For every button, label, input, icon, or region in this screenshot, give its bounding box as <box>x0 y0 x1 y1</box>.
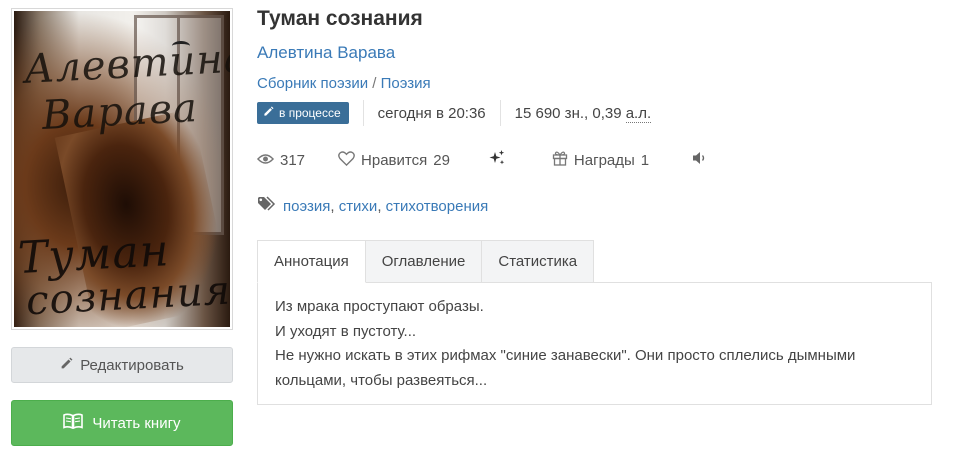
awards-label: Награды <box>573 151 635 169</box>
open-book-icon <box>63 413 84 433</box>
book-title: Туман сознания <box>257 7 423 30</box>
book-size: 15 690 зн., 0,39 а.л. <box>514 104 652 123</box>
book-tabs: Аннотация Оглавление Статистика <box>257 240 595 283</box>
likes-label: Нравится <box>361 151 428 169</box>
tab-statistics[interactable]: Статистика <box>482 240 595 283</box>
size-unit[interactable]: а.л. <box>625 104 652 123</box>
tab-annotation[interactable]: Аннотация <box>257 240 366 283</box>
awards-count: 1 <box>640 151 650 169</box>
genre-breadcrumb: Сборник поэзии / Поэзия <box>257 75 431 92</box>
annotation-line: И уходят в пустоту... <box>275 322 417 340</box>
divider <box>499 100 501 126</box>
annotation-line: Из мрака проступают образы. <box>275 298 484 315</box>
cover-title-line2: сознания <box>24 267 230 325</box>
sparkles-icon <box>488 149 506 171</box>
author-link[interactable]: Алевтина Варава <box>257 43 395 63</box>
speaker-icon <box>692 151 708 169</box>
audio-button[interactable] <box>692 151 708 169</box>
tag-list: поэзия, стихи, стихотворения <box>257 195 488 217</box>
book-cover[interactable]: Алевтина Варава Туман сознания <box>11 8 233 330</box>
book-meta: в процессе сегодня в 20:36 15 690 зн., 0… <box>257 100 652 126</box>
annotation-panel: Из мрака проступают образы. И уходят в п… <box>257 282 932 405</box>
heart-icon <box>338 150 355 170</box>
pencil-icon <box>263 106 274 120</box>
awards-button[interactable]: Награды 1 <box>552 150 649 170</box>
views-stat: 317 <box>256 151 306 169</box>
genre-link-secondary[interactable]: Поэзия <box>381 75 431 92</box>
cover-image: Алевтина Варава Туман сознания <box>14 11 230 327</box>
views-count: 317 <box>280 151 306 169</box>
cover-author-line2: Варава <box>40 84 199 140</box>
eye-icon <box>256 152 275 169</box>
annotation-line: кольцами, чтобы развеяться... <box>275 371 488 389</box>
size-chars: 15 690 зн., 0,39 <box>514 104 622 122</box>
status-badge: в процессе <box>257 102 349 124</box>
edit-button-label: Редактировать <box>80 356 184 374</box>
annotation-line: Не нужно искать в этих рифмах "синие зан… <box>275 347 856 364</box>
read-button-label: Читать книгу <box>92 414 181 432</box>
tag-icon <box>257 196 277 216</box>
divider <box>362 100 364 126</box>
status-badge-label: в процессе <box>279 106 341 120</box>
gift-icon <box>552 150 568 170</box>
genre-link-primary[interactable]: Сборник поэзии <box>257 75 368 92</box>
tag-link[interactable]: стихотворения <box>386 198 489 215</box>
pencil-icon <box>60 357 73 374</box>
likes-count: 29 <box>433 151 450 169</box>
edit-button[interactable]: Редактировать <box>11 347 233 383</box>
updated-time: сегодня в 20:36 <box>377 104 486 122</box>
book-stats: 317 Нравится 29 Награды 1 <box>256 148 708 172</box>
like-button[interactable]: Нравится 29 <box>338 150 450 170</box>
tags-line: поэзия, стихи, стихотворения <box>283 197 489 215</box>
sparkles-button[interactable] <box>488 149 506 171</box>
tag-link[interactable]: поэзия <box>283 198 330 215</box>
genre-separator: / <box>372 75 377 92</box>
tag-link[interactable]: стихи <box>339 198 378 215</box>
read-book-button[interactable]: Читать книгу <box>11 400 233 446</box>
tab-contents[interactable]: Оглавление <box>365 240 483 283</box>
